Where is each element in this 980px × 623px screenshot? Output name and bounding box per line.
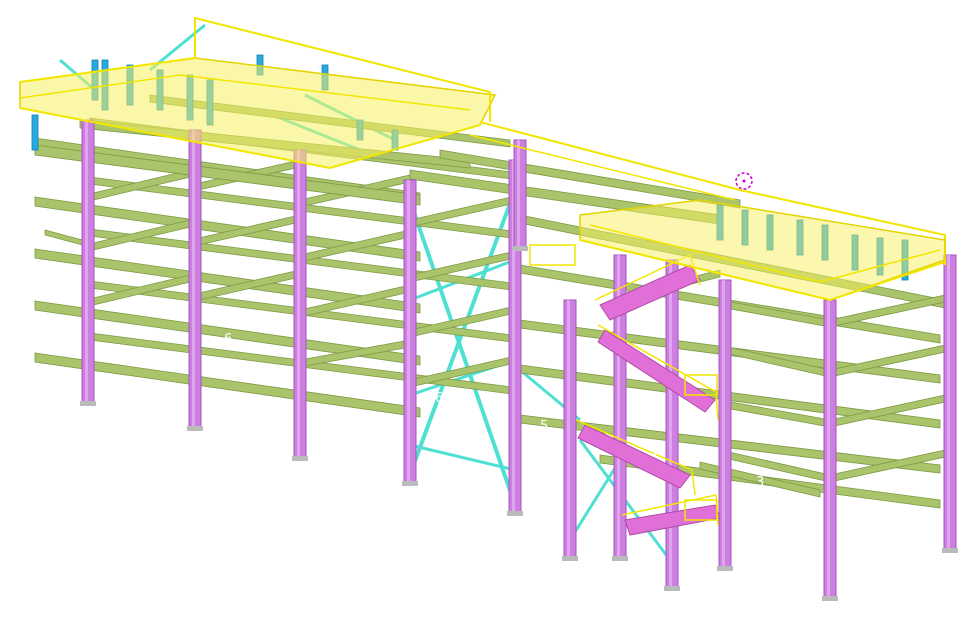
- column-base-plate: [664, 586, 680, 591]
- column-base-plate: [402, 481, 418, 486]
- grid-label: 3: [756, 475, 764, 490]
- column-base-plate: [187, 426, 203, 431]
- column-base-plate: [562, 556, 578, 561]
- grid-label: 6: [435, 391, 443, 406]
- column-highlight: [947, 255, 950, 552]
- marker-center-dot: [742, 179, 746, 183]
- column-base-plate: [717, 566, 733, 571]
- column-highlight: [567, 300, 570, 560]
- column-highlight: [669, 260, 672, 590]
- column-base-plate: [507, 511, 523, 516]
- column-highlight: [517, 140, 520, 250]
- column-base-plate: [942, 548, 958, 553]
- column-highlight: [407, 180, 410, 485]
- grid-label: 2: [860, 499, 868, 514]
- column-highlight: [722, 280, 725, 570]
- column-base-plate: [292, 456, 308, 461]
- steel-structure-3d-model[interactable]: 6 6 5 5 3 2: [0, 0, 980, 623]
- column-base-plate: [822, 596, 838, 601]
- column-base-plate: [80, 401, 96, 406]
- model-viewport[interactable]: 6 6 5 5 3 2: [0, 0, 980, 623]
- grid-label: 6: [224, 332, 232, 347]
- column-highlight: [85, 120, 88, 405]
- column-highlight: [827, 300, 830, 600]
- column-highlight: [297, 150, 300, 460]
- column-base-plate: [612, 556, 628, 561]
- grid-label: 5: [540, 419, 548, 434]
- column-base-plate: [512, 246, 528, 251]
- column-highlight: [192, 130, 195, 430]
- platform-post[interactable]: [31, 114, 39, 151]
- grid-label: 5: [650, 444, 658, 459]
